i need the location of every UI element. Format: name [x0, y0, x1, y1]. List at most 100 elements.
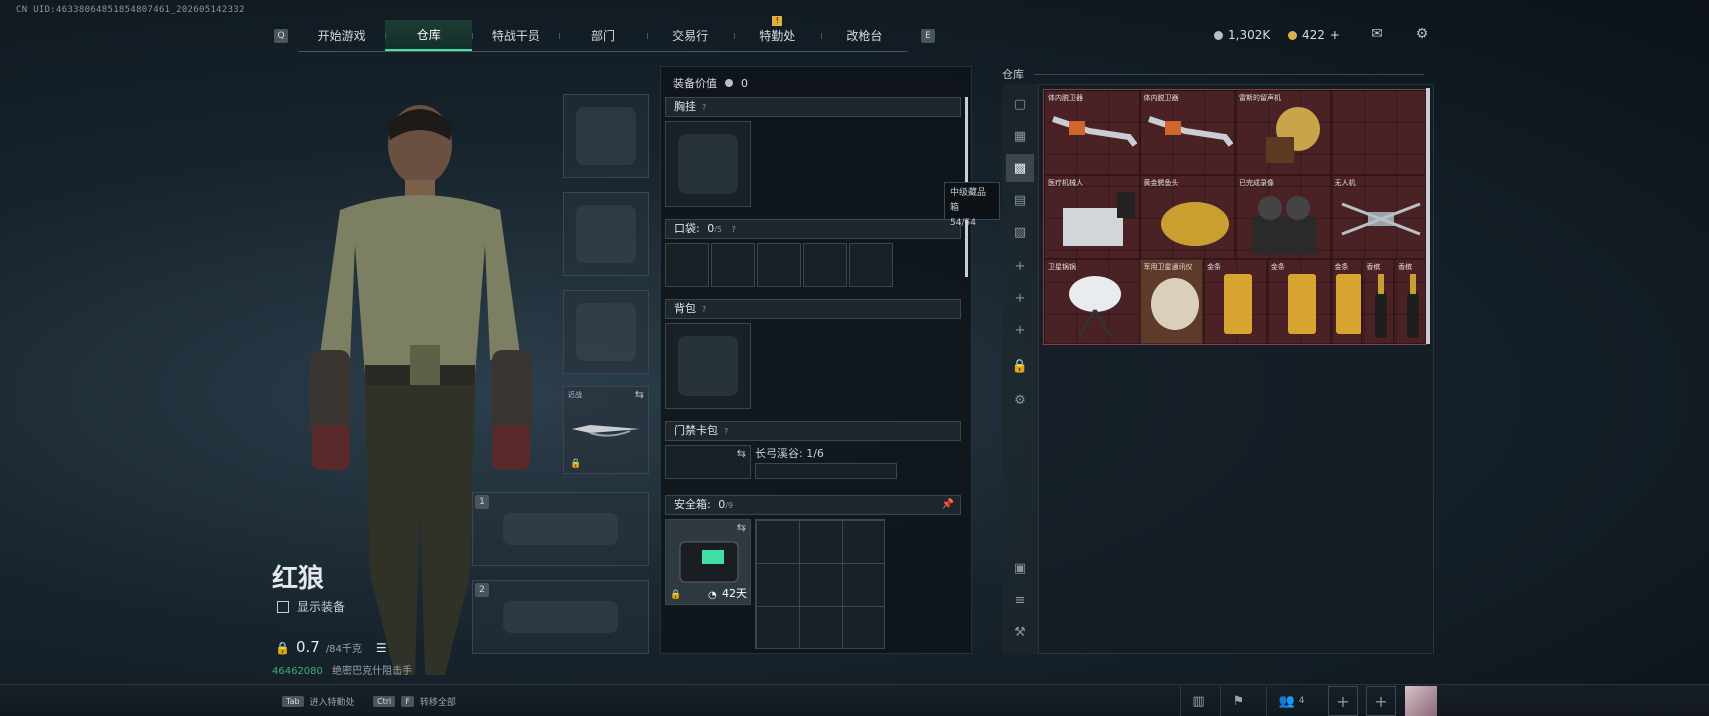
silver-currency[interactable]: 1,302K — [1214, 28, 1270, 42]
pistol-slot[interactable] — [563, 290, 649, 374]
medical-robot-icon — [1063, 191, 1135, 246]
layers-icon[interactable]: ≡ — [1006, 586, 1034, 614]
swap-icon[interactable]: ⇆ — [737, 447, 746, 460]
safebox-grid[interactable] — [755, 519, 885, 649]
pocket-slot[interactable] — [757, 243, 801, 287]
add-tab-icon[interactable]: + — [1006, 252, 1034, 280]
warehouse-tab-collection[interactable]: ▩ — [1006, 154, 1034, 182]
help-icon[interactable]: ? — [702, 103, 706, 112]
warehouse-scrollbar[interactable] — [1426, 88, 1430, 344]
key-label: F — [401, 696, 414, 707]
tab-gunsmith[interactable]: 改枪台 — [820, 20, 908, 51]
safebox-header: 安全箱: 0/9 📌 — [665, 495, 961, 515]
add-tab-icon[interactable]: + — [1006, 316, 1034, 344]
tab-operators[interactable]: 特战干员 — [472, 20, 559, 51]
gold-currency[interactable]: 422 + — [1288, 28, 1340, 42]
pin-icon[interactable]: 📌 — [942, 496, 954, 514]
warehouse-item[interactable]: 金条 — [1266, 259, 1331, 344]
item-tooltip: 中级藏品箱 54/54 — [944, 182, 1000, 228]
hotkey-transfer-all[interactable]: Ctrl F 转移全部 — [373, 695, 456, 708]
gear-icon[interactable]: ⚙ — [1006, 386, 1034, 414]
warehouse-item[interactable]: 医疗机械人 — [1044, 174, 1140, 260]
friends-count: 4 — [1298, 696, 1305, 706]
knife-icon — [572, 425, 640, 437]
gear-icon[interactable]: ⚙ — [1413, 26, 1431, 42]
tools-icon[interactable]: ⚒ — [1006, 618, 1034, 646]
tab-label: 仓库 — [416, 28, 441, 42]
warehouse-item[interactable]: 黄金鳄鱼头 — [1139, 174, 1235, 260]
pocket-slot[interactable] — [665, 243, 709, 287]
nav-right-key[interactable]: E — [921, 29, 935, 43]
stats-icon[interactable]: ▥ — [1180, 686, 1216, 716]
warehouse-tab-misc[interactable]: ▧ — [1006, 218, 1034, 246]
warehouse-item[interactable]: 金条 — [1203, 259, 1267, 344]
add-teammate-button[interactable]: + — [1328, 686, 1358, 716]
avatar[interactable] — [1405, 686, 1437, 716]
warehouse-tab-extra[interactable]: ▤ — [1006, 186, 1034, 214]
warehouse-item[interactable]: 雷斯的留声机 — [1235, 90, 1331, 175]
add-gold-button[interactable]: + — [1330, 28, 1340, 42]
pocket-slot[interactable] — [849, 243, 893, 287]
add-teammate-button[interactable]: + — [1366, 686, 1396, 716]
melee-slot[interactable]: 近战 ⇆ 🔒 — [563, 386, 649, 474]
warehouse-item[interactable]: 体内脱卫器 — [1044, 90, 1140, 175]
safebox-days: 42天 — [722, 587, 747, 600]
primary-weapon-slot-2[interactable]: 2 — [472, 580, 649, 654]
tab-department[interactable]: 部门 — [559, 20, 646, 51]
help-icon[interactable]: ? — [702, 305, 706, 314]
footnote-text: 绝密巴克什阻击手 — [332, 666, 413, 677]
keycard-slot[interactable] — [755, 463, 897, 479]
warehouse-item[interactable]: 卫星锅锅 — [1044, 259, 1140, 344]
warehouse-item[interactable]: 军用卫星通讯仪 — [1139, 259, 1204, 344]
flag-icon[interactable]: ⚑ — [1220, 686, 1256, 716]
list-icon[interactable]: ☰ — [376, 641, 387, 655]
warehouse-grid: 体内脱卫器 体内脱卫器 雷斯的留声机 医疗机械人 黄金鳄鱼头 已完成录像 无人机 — [1043, 89, 1427, 345]
primary-weapon-slot-1[interactable]: 1 — [472, 492, 649, 566]
tab-warehouse[interactable]: 仓库 — [385, 20, 473, 51]
warehouse-item[interactable]: 体内脱卫器 — [1139, 90, 1235, 175]
device-icon — [1147, 116, 1233, 147]
show-equipment-label: 显示装备 — [297, 600, 346, 614]
silver-coin-icon — [725, 79, 733, 87]
tab-start-game[interactable]: 开始游戏 — [298, 20, 385, 51]
user-uid: CN UID:4633806485185480746​1_20260514233… — [16, 5, 245, 15]
warehouse-item[interactable]: 香槟 — [1362, 259, 1395, 344]
warehouse-item[interactable]: 香槟 — [1394, 259, 1426, 344]
tab-special-service[interactable]: ! 特勤处 — [733, 16, 821, 51]
sort-icon[interactable]: ▣ — [1006, 554, 1034, 582]
warehouse-title: 仓库 — [1002, 68, 1424, 81]
pistol-silhouette — [576, 303, 636, 361]
helmet-slot[interactable] — [563, 94, 649, 178]
warehouse-item[interactable]: 无人机 — [1330, 174, 1426, 260]
add-tab-icon[interactable]: + — [1006, 284, 1034, 312]
pocket-slot[interactable] — [803, 243, 847, 287]
armor-silhouette — [576, 205, 636, 263]
item-name: 金条 — [1270, 263, 1285, 272]
help-icon[interactable]: ? — [724, 427, 728, 436]
safebox-max: /9 — [725, 501, 734, 510]
item-name: 体内脱卫器 — [1048, 94, 1083, 102]
safebox-slot[interactable]: ⇆ 🔒 ◔ 42天 — [665, 519, 751, 605]
warehouse-item[interactable]: 金条 — [1330, 259, 1363, 344]
nav-left-key[interactable]: Q — [274, 29, 288, 43]
backpack-slot[interactable] — [665, 323, 751, 409]
tooltip-count: 54/54 — [950, 218, 976, 228]
checkbox[interactable] — [277, 600, 289, 613]
friends-button[interactable]: 👥 4 — [1266, 686, 1316, 716]
show-equipment-toggle[interactable]: 显示装备 — [277, 598, 345, 615]
pocket-slot[interactable] — [711, 243, 755, 287]
hotkey-special-service[interactable]: Tab 进入特勤处 — [282, 695, 355, 708]
swap-icon[interactable]: ⇆ — [635, 388, 644, 401]
keycard-case-slot[interactable]: ⇆ — [665, 445, 751, 479]
swap-icon[interactable]: ⇆ — [737, 521, 746, 534]
armor-slot[interactable] — [563, 192, 649, 276]
mail-icon[interactable]: ✉ — [1368, 26, 1386, 42]
warehouse-tab-qr[interactable]: ▦ — [1006, 122, 1034, 150]
empty-cell[interactable] — [1330, 90, 1426, 175]
lock-icon[interactable]: 🔒 — [1006, 352, 1034, 380]
tab-trading[interactable]: 交易行 — [646, 20, 734, 51]
warehouse-tab-all[interactable]: ▢ — [1006, 90, 1034, 118]
chest-rig-slot[interactable] — [665, 121, 751, 207]
warehouse-item[interactable]: 已完成录像 — [1235, 174, 1331, 260]
help-icon[interactable]: ? — [732, 225, 736, 234]
